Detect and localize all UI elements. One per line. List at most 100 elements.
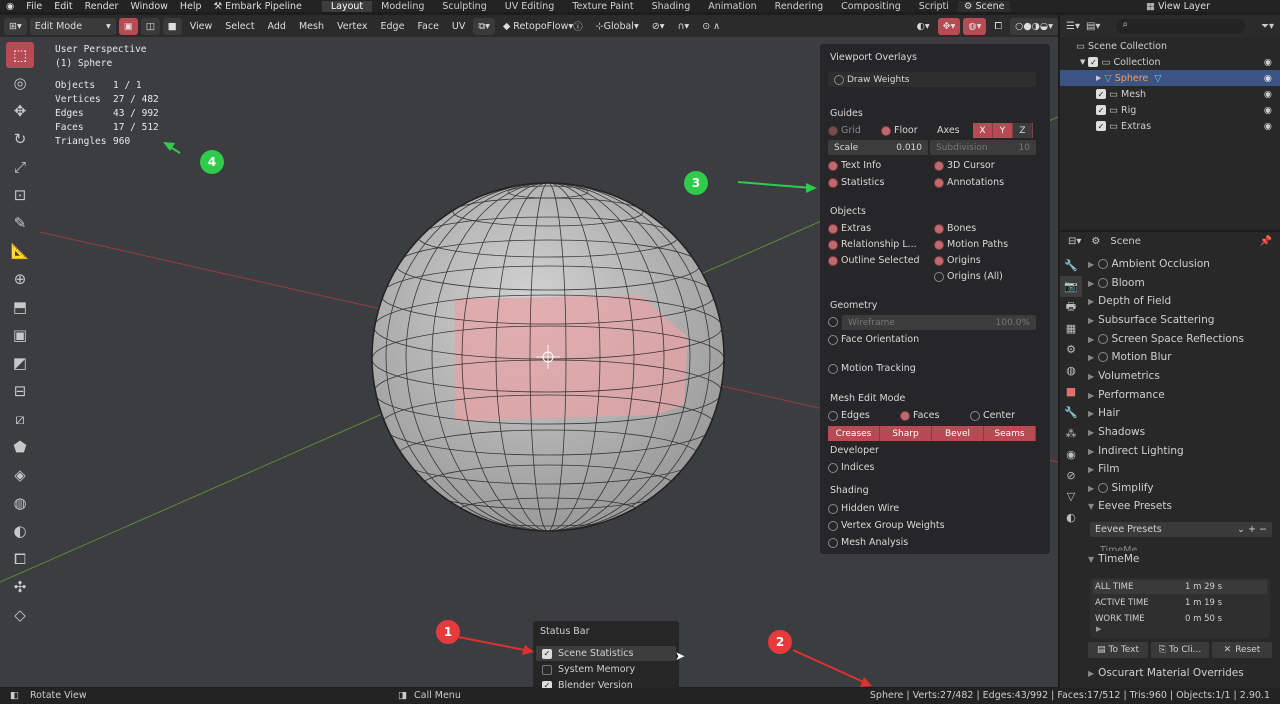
reset-button[interactable]: ✕ Reset (1212, 642, 1272, 658)
indices-checkbox[interactable] (828, 462, 838, 473)
particles-tab-icon[interactable]: ⁂ (1060, 423, 1082, 444)
annotate-tool-icon[interactable]: ✎ (6, 210, 34, 236)
draw-weights-row[interactable]: Draw Weights (828, 72, 1036, 87)
faces-checkbox[interactable] (900, 410, 910, 421)
wireframe-checkbox[interactable] (828, 317, 838, 327)
data-tab-icon[interactable]: ▽ (1060, 486, 1082, 507)
wireframe-toggle[interactable] (828, 317, 838, 327)
motion-paths-toggle[interactable]: Motion Paths (934, 239, 1008, 250)
rip-tool-icon[interactable]: ◇ (6, 602, 34, 628)
select-box-tool-icon[interactable]: ⬚ (6, 42, 34, 68)
floor-toggle[interactable]: Floor (881, 125, 918, 136)
vertex-group-weights-checkbox[interactable] (828, 520, 838, 531)
annotations-toggle[interactable]: Annotations (934, 177, 1004, 188)
section-hair[interactable]: ▶ Hair (1088, 407, 1120, 419)
editor-type-button[interactable]: ⊞▾ (4, 17, 27, 35)
checkbox-icon[interactable] (1098, 334, 1109, 344)
outline-selected-checkbox[interactable] (828, 255, 838, 266)
draw-weights-checkbox[interactable] (834, 74, 844, 85)
tab-rendering[interactable]: Rendering (766, 1, 833, 12)
expand-icon[interactable]: ▶ (1096, 625, 1101, 633)
outliner-collection[interactable]: ▼ ✓ ▭ Collection ◉ (1060, 54, 1280, 70)
tab-uv-editing[interactable]: UV Editing (496, 1, 564, 12)
mesh-analysis-toggle[interactable]: Mesh Analysis (828, 537, 908, 548)
output-tab-icon[interactable]: 🖶 (1060, 297, 1082, 318)
hidden-wire-toggle[interactable]: Hidden Wire (828, 503, 899, 514)
section-volumetrics[interactable]: ▶ Volumetrics (1088, 370, 1160, 382)
shading-mode-buttons[interactable]: ○●◑◒▾ (1010, 17, 1058, 35)
edge-select-mode-button[interactable]: ◫ (140, 17, 160, 35)
inset-tool-icon[interactable]: ▣ (6, 322, 34, 348)
retopoflow-menu[interactable]: ◆ RetopoFlow ▾ ⓘ (498, 18, 588, 35)
edges-toggle[interactable]: Edges (828, 410, 870, 421)
shrink-fatten-tool-icon[interactable]: ⧠ (6, 546, 34, 572)
tab-scripting[interactable]: Scripti (910, 1, 958, 12)
axis-y-toggle[interactable]: Y (993, 123, 1013, 138)
display-mode-icon[interactable]: ▤▾ (1086, 21, 1100, 32)
pin-icon[interactable]: 📌 (1260, 236, 1272, 247)
section-ambient-occlusion[interactable]: ▶ Ambient Occlusion (1088, 258, 1210, 270)
subdivision-field[interactable]: Subdivision 10 (930, 140, 1036, 155)
rotate-tool-icon[interactable]: ↻ (6, 126, 34, 152)
menu-view[interactable]: View (185, 18, 218, 35)
outliner-rig[interactable]: ✓ ▭ Rig ◉ (1060, 102, 1280, 118)
origins-all-checkbox[interactable] (934, 271, 944, 282)
edges-checkbox[interactable] (828, 410, 838, 421)
remove-preset-icon[interactable]: − (1259, 524, 1267, 535)
outliner-mesh[interactable]: ✓ ▭ Mesh ◉ (1060, 86, 1280, 102)
spin-tool-icon[interactable]: ◈ (6, 462, 34, 488)
to-clipboard-button[interactable]: ⎘ To Cli... (1151, 642, 1209, 658)
statistics-checkbox[interactable] (828, 177, 838, 188)
add-cube-tool-icon[interactable]: ⊕ (6, 266, 34, 292)
menu-vertex[interactable]: Vertex (332, 18, 373, 35)
center-checkbox[interactable] (970, 410, 980, 421)
statistics-toggle[interactable]: Statistics (828, 177, 884, 188)
axis-x-toggle[interactable]: X (973, 123, 993, 138)
bones-toggle[interactable]: Bones (934, 223, 976, 234)
bevel-tool-icon[interactable]: ◩ (6, 350, 34, 376)
mesh-analysis-checkbox[interactable] (828, 537, 838, 548)
menu-face[interactable]: Face (412, 18, 443, 35)
transform-tool-icon[interactable]: ⊡ (6, 182, 34, 208)
modifier-tab-icon[interactable]: 🔧 (1060, 402, 1082, 423)
menu-render[interactable]: Render (79, 1, 125, 12)
edge-slide-tool-icon[interactable]: ◐ (6, 518, 34, 544)
menu-window[interactable]: Window (124, 1, 173, 12)
poly-build-tool-icon[interactable]: ⬟ (6, 434, 34, 460)
sharp-toggle[interactable]: Sharp (880, 426, 932, 441)
extras-checkbox[interactable] (828, 223, 838, 234)
section-subsurface-scattering[interactable]: ▶ Subsurface Scattering (1088, 314, 1214, 326)
relationship-checkbox[interactable] (828, 239, 838, 250)
loop-cut-tool-icon[interactable]: ⊟ (6, 378, 34, 404)
wireframe-field[interactable]: Wireframe 100.0% (842, 315, 1036, 330)
menu-uv[interactable]: UV (447, 18, 470, 35)
scene-tab-icon[interactable]: ⚙ (1060, 339, 1082, 360)
menu-mesh[interactable]: Mesh (294, 18, 329, 35)
scene-selector[interactable]: ⚙ Scene (957, 0, 1011, 12)
menu-item-scene-statistics[interactable]: ✓ Scene Statistics (536, 646, 676, 661)
center-toggle[interactable]: Center (970, 410, 1015, 421)
smooth-tool-icon[interactable]: ◍ (6, 490, 34, 516)
menu-edit[interactable]: Edit (48, 1, 78, 12)
section-performance[interactable]: ▶ Performance (1088, 389, 1165, 401)
indices-toggle[interactable]: Indices (828, 462, 875, 473)
outliner-scene-collection[interactable]: ▭ Scene Collection (1060, 38, 1280, 54)
section-depth-of-field[interactable]: ▶ Depth of Field (1088, 295, 1171, 307)
mode-selector[interactable]: Edit Mode ▾ (29, 17, 116, 35)
vertex-select-mode-button[interactable]: ▣ (118, 17, 138, 35)
face-orientation-checkbox[interactable] (828, 334, 838, 345)
section-indirect-lighting[interactable]: ▶ Indirect Lighting (1088, 445, 1184, 457)
faces-toggle[interactable]: Faces (900, 410, 939, 421)
constraints-tab-icon[interactable]: ⊘ (1060, 465, 1082, 486)
3d-cursor-toggle[interactable]: 3D Cursor (934, 160, 995, 171)
section-oscurart-material-overrides[interactable]: ▶ Oscurart Material Overrides (1088, 667, 1244, 679)
filter-icon[interactable]: ⏷▾ (1261, 21, 1274, 32)
render-tab-icon[interactable]: 📷 (1060, 276, 1082, 297)
checkbox-icon[interactable] (1098, 352, 1109, 362)
eevee-presets-dropdown[interactable]: Eevee Presets ⌄ + − (1090, 522, 1272, 537)
bevel-toggle[interactable]: Bevel (932, 426, 984, 441)
grid-checkbox[interactable] (828, 125, 838, 136)
outliner-extras[interactable]: ✓ ▭ Extras ◉ (1060, 118, 1280, 134)
menu-item-system-memory[interactable]: System Memory (536, 662, 676, 677)
world-tab-icon[interactable]: ◍ (1060, 360, 1082, 381)
